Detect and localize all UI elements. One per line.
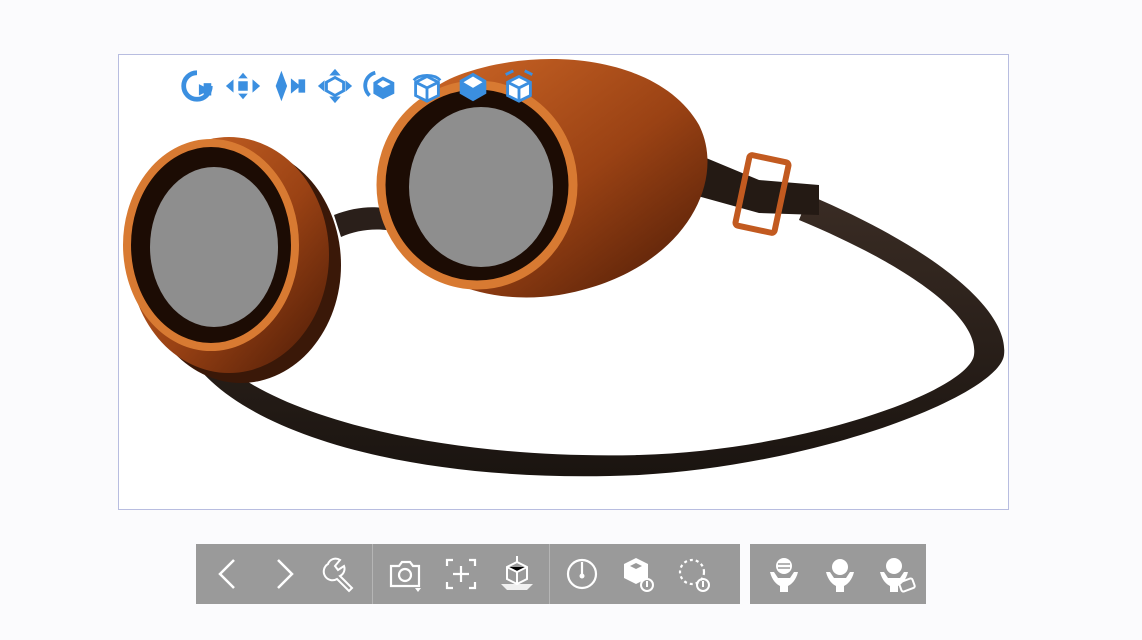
hand-hold-bulb-icon [826, 559, 854, 592]
timer-icon [566, 558, 598, 590]
hold-bulb-button[interactable] [812, 544, 868, 604]
hand-hold-sphere-icon [770, 558, 798, 592]
orbit-cube-icon [412, 73, 442, 103]
pan-horizontal-button[interactable] [223, 64, 263, 108]
goggles-model[interactable] [119, 55, 1009, 510]
animation-group [554, 544, 722, 604]
fit-frame-icon [445, 558, 477, 590]
rotate-3d-icon [363, 70, 395, 100]
section-cube-icon [501, 556, 533, 590]
hand-tools-toolbar [750, 544, 926, 604]
view-toolbar [177, 63, 545, 109]
3d-viewport[interactable] [118, 54, 1009, 510]
side-strap [694, 155, 819, 215]
right-lens [409, 107, 553, 267]
move-vertical-icon [275, 70, 306, 102]
previous-button[interactable] [200, 544, 256, 604]
settings-button[interactable] [312, 544, 368, 604]
timer-button[interactable] [554, 544, 610, 604]
camera-icon [389, 560, 421, 592]
next-button[interactable] [256, 544, 312, 604]
orbit-button[interactable] [407, 64, 447, 108]
chevron-left-icon [218, 559, 235, 589]
hold-sphere-button[interactable] [756, 544, 812, 604]
hand-hold-label-icon [880, 558, 916, 593]
hold-label-button[interactable] [868, 544, 924, 604]
explode-cube-icon [505, 69, 533, 103]
wrench-icon [322, 557, 354, 593]
bottom-toolbar [196, 544, 740, 604]
auto-rotate-button[interactable] [666, 544, 722, 604]
toolbar-divider [549, 544, 550, 604]
rotate-left-icon [181, 70, 213, 102]
rotate-left-button[interactable] [177, 64, 217, 108]
top-view-button[interactable] [453, 64, 493, 108]
rotate-3d-button[interactable] [361, 64, 401, 108]
top-view-cube-icon [459, 72, 487, 102]
left-lens [150, 167, 278, 327]
toolbar-divider [372, 544, 373, 604]
chevron-right-icon [277, 559, 294, 589]
pan-vertical-button[interactable] [269, 64, 309, 108]
capture-group [377, 544, 545, 604]
material-button[interactable] [610, 544, 666, 604]
explode-view-button[interactable] [499, 64, 539, 108]
section-view-button[interactable] [489, 544, 545, 604]
dotted-rotate-icon [678, 558, 710, 592]
move-all-icon [317, 68, 353, 104]
screenshot-button[interactable] [377, 544, 433, 604]
cube-material-icon [624, 558, 654, 592]
move-horizontal-icon [225, 72, 261, 100]
navigation-group [200, 544, 368, 604]
fit-view-button[interactable] [433, 544, 489, 604]
move-all-button[interactable] [315, 64, 355, 108]
